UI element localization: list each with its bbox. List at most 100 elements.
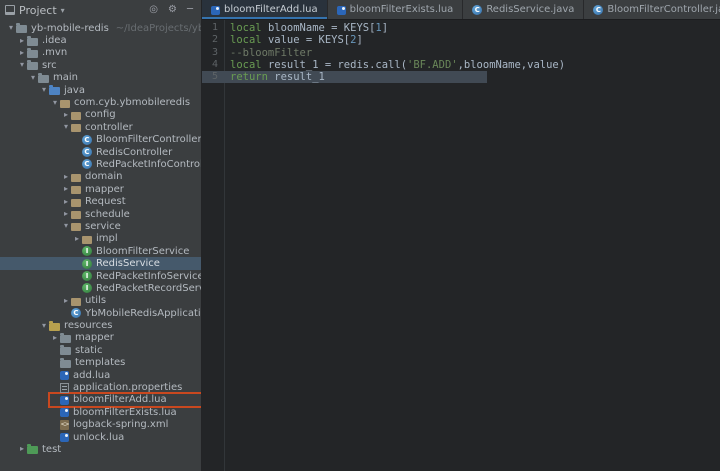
chevron-down-icon[interactable]: ▾ [28,72,38,84]
chevron-right-icon[interactable]: ▸ [17,35,27,47]
tree-item-label: config [85,109,116,121]
chevron-right-icon[interactable]: ▸ [61,183,71,195]
tree-item-label: add.lua [73,369,111,381]
tree-item-static[interactable]: static [0,344,201,356]
tree-item-label: src [42,59,57,71]
tree-item-RedisController[interactable]: C RedisController [0,146,201,158]
tree-item-bloomFilterExists.lua[interactable]: bloomFilterExists.lua [0,406,201,418]
tree-item-controller[interactable]: ▾ controller [0,121,201,133]
project-panel: Project ▾ ◎ ⚙ ─ ▾ yb-mobile-redis ~/IdeaPr… [0,0,202,471]
tree-item-unlock.lua[interactable]: unlock.lua [0,431,201,443]
chevron-down-icon[interactable]: ▾ [61,220,71,232]
tree-item-bloomFilterAdd.lua[interactable]: bloomFilterAdd.lua [0,391,201,408]
tree-item-src[interactable]: ▾ src [0,59,201,71]
chevron-down-icon[interactable]: ▾ [61,6,65,15]
editor-tab-bloomFilterExists.lua[interactable]: bloomFilterExists.lua [327,0,464,19]
tree-item-.idea[interactable]: ▸ .idea [0,34,201,46]
project-tool-window-icon[interactable] [5,5,15,15]
chevron-right-icon[interactable]: ▸ [61,208,71,220]
editor-tab-BloomFilterController.java[interactable]: CBloomFilterController.java [584,0,720,19]
locate-file-icon[interactable]: ◎ [146,0,161,20]
tree-item-label: logback-spring.xml [73,419,169,431]
tree-item-label: service [85,220,121,232]
tree-item-add.lua[interactable]: add.lua [0,369,201,381]
tree-item-RedPacketInfoController[interactable]: C RedPacketInfoController [0,158,201,170]
class-icon: C [82,147,92,158]
tree-item-com.cyb.ybmobileredis[interactable]: ▾ com.cyb.ybmobileredis [0,96,201,108]
tree-item-templates[interactable]: templates [0,357,201,369]
tree-item-content: ▾ com.cyb.ybmobileredis [50,97,192,109]
tree-item-BloomFilterController[interactable]: C BloomFilterController [0,134,201,146]
settings-gear-icon[interactable]: ⚙ [165,0,180,20]
lua-icon [60,371,69,381]
tree-item-application.properties[interactable]: application.properties [0,381,201,393]
tab-label: bloomFilterExists.lua [349,4,454,15]
tree-item-.mvn[interactable]: ▸ .mvn [0,47,201,59]
tree-item-RedisService[interactable]: I RedisService [0,257,201,270]
code-line-1[interactable]: 1 local bloomName = KEYS[1] [202,22,720,34]
tree-item-YbMobileRedisApplication[interactable]: C YbMobileRedisApplication [0,307,201,319]
code-token: local [230,22,268,34]
lua-icon [60,433,69,443]
code-area[interactable]: 1 local bloomName = KEYS[1] 2 local value =… [202,20,720,471]
chevron-down-icon[interactable]: ▾ [17,59,27,71]
tree-item-resources[interactable]: ▾ resources [0,319,201,331]
chevron-down-icon[interactable]: ▾ [6,22,16,34]
code-line-3[interactable]: 3 --bloomFilter [202,47,720,59]
tree-item-content: I RedPacketInfoService [72,270,201,282]
tree-item-RedPacketInfoService[interactable]: I RedPacketInfoService [0,270,201,282]
tree-item-config[interactable]: ▸ config [0,109,201,121]
tree-item-label: BloomFilterService [96,245,190,257]
tree-item-content: ▸ config [61,109,118,121]
chevron-right-icon[interactable]: ▸ [61,109,71,121]
chevron-down-icon[interactable]: ▾ [50,97,60,109]
code-line-2[interactable]: 2 local value = KEYS[2] [202,34,720,46]
tree-item-label: resources [64,320,113,332]
project-panel-title[interactable]: Project [19,4,57,17]
tree-item-content: ▸ mapper [61,183,126,195]
chevron-right-icon[interactable]: ▸ [72,233,82,245]
editor-tab-RedisService.java[interactable]: C RedisService.java [463,0,585,19]
tree-item-BloomFilterService[interactable]: I BloomFilterService [0,245,201,257]
tree-item-service[interactable]: ▾ service [0,220,201,232]
tree-item-content: ▸ Request [61,196,128,208]
code-text: return result_1 [230,71,325,83]
tree-item-main[interactable]: ▾ main [0,72,201,84]
tree-item-mapper[interactable]: ▸ mapper [0,183,201,195]
tree-item-test[interactable]: ▸ test [0,443,201,455]
chevron-right-icon[interactable]: ▸ [61,295,71,307]
chevron-right-icon[interactable]: ▸ [50,332,60,344]
chevron-down-icon[interactable]: ▾ [61,121,71,133]
tree-item-utils[interactable]: ▸ utils [0,295,201,307]
tree-item-content: ▾ yb-mobile-redis ~/IdeaProjects/yb-mobile… [6,22,201,34]
chevron-down-icon[interactable]: ▾ [39,84,49,96]
tree-item-label: main [53,72,78,84]
chevron-down-icon[interactable]: ▾ [39,320,49,332]
tree-item-logback-spring.xml[interactable]: <> logback-spring.xml [0,419,201,431]
tree-item-yb-mobile-redis[interactable]: ▾ yb-mobile-redis ~/IdeaProjects/yb-mobile… [0,22,201,34]
tree-item-content: I BloomFilterService [72,245,191,257]
chevron-right-icon[interactable]: ▸ [17,443,27,455]
folder-src-icon [49,85,60,96]
chevron-right-icon[interactable]: ▸ [61,196,71,208]
chevron-right-icon[interactable]: ▸ [17,47,27,59]
code-line-4[interactable]: 4 local result_1 = redis.call('BF.ADD',bl… [202,59,720,71]
editor-tab-bloomFilterAdd.lua[interactable]: bloomFilterAdd.lua [202,0,328,19]
tree-item-content: templates [50,357,127,369]
tree-item-label: utils [85,295,107,307]
tree-item-impl[interactable]: ▸ impl [0,233,201,245]
package-icon [71,297,81,306]
interface-icon: I [82,283,92,294]
tree-item-mapper[interactable]: ▸ mapper [0,332,201,344]
tree-item-RedPacketRecordService[interactable]: I RedPacketRecordService [0,282,201,294]
chevron-right-icon[interactable]: ▸ [61,171,71,183]
tree-item-domain[interactable]: ▸ domain [0,171,201,183]
tab-label: BloomFilterController.java [607,4,720,15]
hide-panel-icon[interactable]: ─ [184,0,196,20]
tree-item-schedule[interactable]: ▸ schedule [0,208,201,220]
code-line-5[interactable]: 5 return result_1 [202,71,720,84]
tree-item-Request[interactable]: ▸ Request [0,195,201,207]
tree-item-java[interactable]: ▾ java [0,84,201,96]
